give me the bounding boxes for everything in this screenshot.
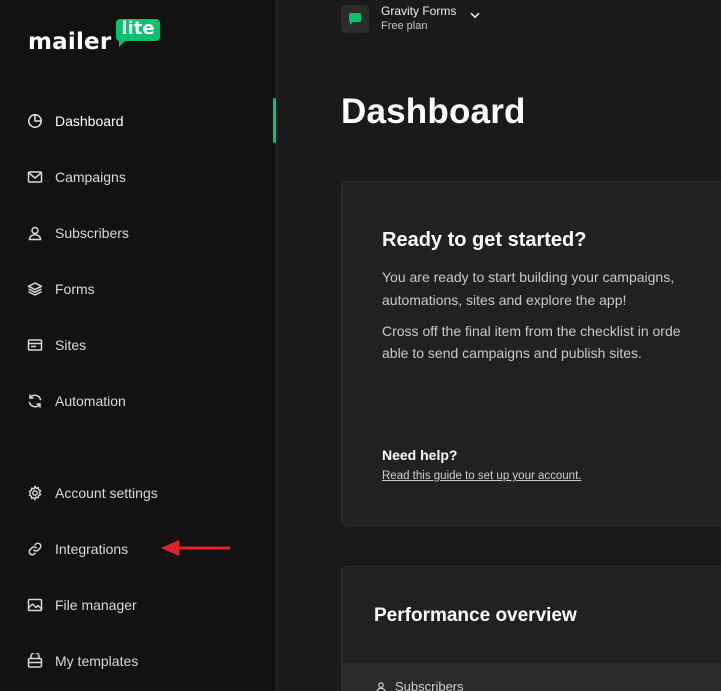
- page-title: Dashboard: [341, 92, 526, 131]
- mail-icon: [27, 169, 43, 185]
- account-avatar: [341, 5, 369, 33]
- tab-subscribers[interactable]: Subscribers: [375, 679, 464, 691]
- layers-icon: [27, 281, 43, 297]
- logo-badge: lite: [116, 19, 160, 47]
- image-icon: [27, 597, 43, 613]
- tab-label: Subscribers: [395, 679, 464, 691]
- gear-icon: [27, 485, 43, 501]
- active-indicator: [273, 98, 276, 143]
- account-plan: Free plan: [381, 20, 428, 32]
- getting-started-text: able to send campaigns and publish sites…: [382, 345, 642, 361]
- browser-icon: [27, 337, 43, 353]
- sidebar-item-forms[interactable]: Forms: [27, 277, 95, 301]
- sidebar-item-label: Integrations: [55, 541, 129, 557]
- user-icon: [27, 225, 43, 241]
- chevron-down-icon: [470, 12, 480, 19]
- sidebar-item-campaigns[interactable]: Campaigns: [27, 165, 126, 189]
- account-switcher[interactable]: Gravity Forms Free plan: [341, 4, 480, 34]
- sidebar-item-label: File manager: [55, 597, 137, 613]
- sidebar-item-label: My templates: [55, 653, 139, 669]
- sidebar-item-label: Forms: [55, 281, 95, 297]
- mailerlite-logo[interactable]: mailer lite: [28, 19, 160, 55]
- sidebar-item-account-settings[interactable]: Account settings: [27, 481, 158, 505]
- performance-overview-card: Performance overview Subscribers: [341, 566, 721, 691]
- sidebar-item-label: Dashboard: [55, 113, 124, 129]
- sidebar-item-subscribers[interactable]: Subscribers: [27, 221, 129, 245]
- sidebar-item-file-manager[interactable]: File manager: [27, 593, 137, 617]
- setup-guide-link[interactable]: Read this guide to set up your account.: [382, 470, 581, 482]
- getting-started-title: Ready to get started?: [382, 229, 587, 251]
- sidebar-item-dashboard[interactable]: Dashboard: [27, 109, 124, 133]
- template-icon: [27, 653, 43, 669]
- sidebar-item-my-templates[interactable]: My templates: [27, 649, 138, 673]
- sidebar-item-label: Account settings: [55, 485, 158, 501]
- arrow-left-icon: [161, 540, 230, 556]
- dashboard-icon: [27, 113, 43, 129]
- user-icon: [376, 681, 386, 691]
- refresh-icon: [27, 393, 43, 409]
- link-icon: [27, 541, 43, 557]
- sidebar-item-automation[interactable]: Automation: [27, 389, 126, 413]
- getting-started-text: Cross off the final item from the checkl…: [382, 323, 681, 339]
- sidebar-item-label: Subscribers: [55, 225, 129, 241]
- getting-started-card: Ready to get started? You are ready to s…: [341, 181, 721, 526]
- account-name: Gravity Forms: [381, 4, 457, 18]
- need-help-title: Need help?: [382, 447, 458, 463]
- sidebar-item-label: Sites: [55, 337, 87, 353]
- sidebar-item-label: Campaigns: [55, 169, 126, 185]
- performance-overview-title: Performance overview: [374, 605, 577, 626]
- sidebar-item-sites[interactable]: Sites: [27, 333, 86, 357]
- performance-tabs: Subscribers: [342, 663, 721, 691]
- logo-text: mailer: [28, 29, 112, 55]
- getting-started-text: You are ready to start building your cam…: [382, 269, 675, 285]
- chat-icon: [349, 13, 361, 25]
- sidebar: mailer lite Dashboard Campaigns Subscrib…: [0, 0, 277, 691]
- sidebar-item-integrations[interactable]: Integrations: [27, 537, 128, 561]
- sidebar-item-label: Automation: [55, 393, 126, 409]
- getting-started-text: automations, sites and explore the app!: [382, 292, 627, 308]
